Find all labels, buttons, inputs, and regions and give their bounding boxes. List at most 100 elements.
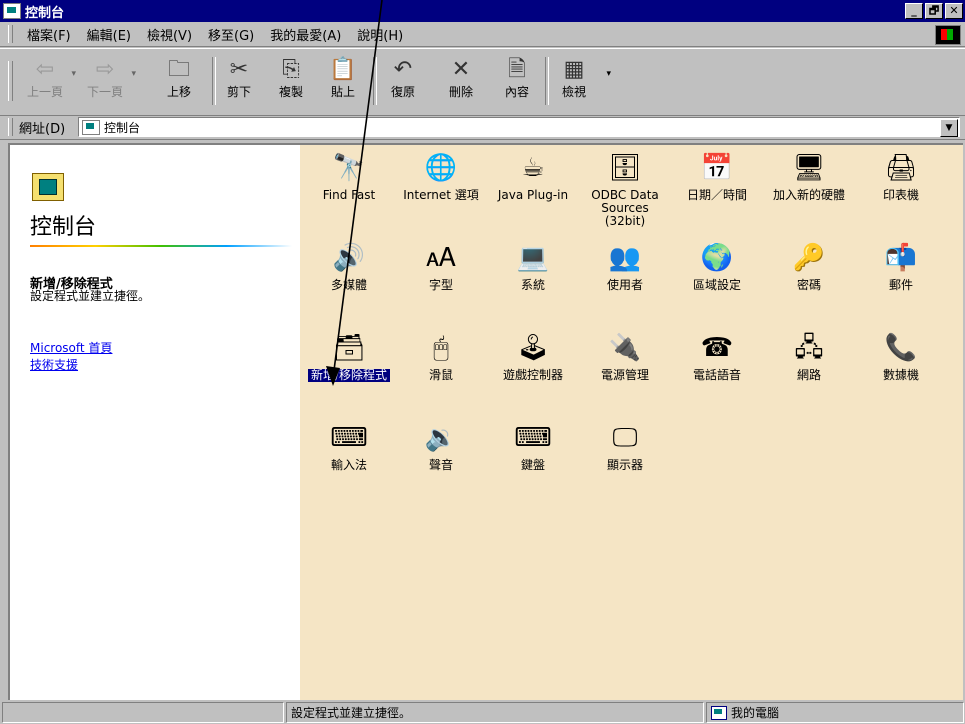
close-button[interactable]: ✕ <box>945 3 963 19</box>
undo-button[interactable]: ↶ 復原 <box>380 57 426 100</box>
views-dropdown-icon[interactable]: ▾ <box>606 69 611 79</box>
control-panel-item[interactable]: 🔌 電源管理 <box>584 331 666 382</box>
tech-support-link[interactable]: 技術支援 <box>30 356 78 373</box>
addressbar-grip[interactable] <box>8 118 13 136</box>
control-panel-item-label: 字型 <box>428 278 453 292</box>
control-panel-item-label: Internet 選項 <box>403 188 479 202</box>
display-icon: 🖵 <box>612 423 638 453</box>
control-panel-item[interactable]: 🖱 滑鼠 <box>400 331 482 382</box>
control-panel-item[interactable]: ⌨ 鍵盤 <box>492 421 574 472</box>
toolbar-grip[interactable] <box>8 61 13 101</box>
multimedia-icon: 🔊 <box>332 243 366 273</box>
control-panel-item-label: 郵件 <box>888 278 913 292</box>
cut-button[interactable]: ✂ 剪下 <box>216 57 262 100</box>
telephony-icon: ☎ <box>700 333 734 363</box>
copy-label: 複製 <box>278 85 303 99</box>
cut-label: 剪下 <box>226 85 251 99</box>
control-panel-item[interactable]: 🌐 Internet 選項 <box>400 151 482 202</box>
status-text: 設定程式並建立捷徑。 <box>286 702 704 723</box>
forward-arrow-icon: ⇨ <box>95 57 115 82</box>
control-panel-item[interactable]: 🖨 印表機 <box>860 151 942 202</box>
menu-edit[interactable]: 編輯(E) <box>79 25 139 44</box>
control-panel-item[interactable]: 🗃 新增/移除程式 <box>308 331 390 382</box>
delete-x-icon: ✕ <box>451 57 471 82</box>
control-panel-item-label: 電源管理 <box>600 368 649 382</box>
control-panel-item[interactable]: 🗚 字型 <box>400 241 482 292</box>
status-bar: 設定程式並建立捷徑。 我的電腦 <box>0 700 965 724</box>
views-button[interactable]: ▦ 檢視 ▾ <box>551 57 611 100</box>
control-panel-item[interactable]: 👥 使用者 <box>584 241 666 292</box>
my-computer-icon <box>711 705 727 720</box>
microsoft-home-link[interactable]: Microsoft 首頁 <box>30 339 112 356</box>
control-panel-item[interactable]: ☕ Java Plug-in <box>492 151 574 202</box>
control-panel-item-label: 新增/移除程式 <box>308 369 390 382</box>
control-panel-icon <box>82 119 100 135</box>
control-panel-item-label: 輸入法 <box>330 458 367 472</box>
copy-button[interactable]: ⎘ 複製 <box>268 57 314 100</box>
control-panel-item[interactable]: ⌨ 輸入法 <box>308 421 390 472</box>
control-panel-item[interactable]: 🔑 密碼 <box>768 241 850 292</box>
control-panel-item[interactable]: 📅 日期／時間 <box>676 151 758 202</box>
control-panel-item[interactable]: 🔊 多媒體 <box>308 241 390 292</box>
control-panel-item-label: Find Fast <box>322 188 376 202</box>
minimize-button[interactable]: _ <box>905 3 923 19</box>
printers-icon: 🖨 <box>884 153 918 183</box>
control-panel-item[interactable]: 🖥 加入新的硬體 <box>768 151 850 202</box>
network-icon: 🖧 <box>794 333 824 363</box>
copy-icon: ⎘ <box>282 57 300 82</box>
selected-item-description: 設定程式並建立捷徑。 <box>30 289 151 303</box>
menubar-grip[interactable] <box>8 25 13 43</box>
internet-options-icon: 🌐 <box>424 153 458 183</box>
control-panel-item-label: 鍵盤 <box>520 458 545 472</box>
paste-label: 貼上 <box>330 85 355 99</box>
up-button[interactable]: 🗀 上移 <box>156 57 202 100</box>
control-panel-item-label: ODBC Data Sources (32bit) <box>591 188 659 228</box>
back-label: 上一頁 <box>26 85 63 99</box>
menu-file[interactable]: 檔案(F) <box>19 25 79 44</box>
standard-toolbar: ⇦ 上一頁 ▾ ⇨ 下一頁 ▾ 🗀 上移 ✂ 剪下 ⎘ 複製 📋 貼上 ↶ 復原… <box>0 48 965 116</box>
paste-button[interactable]: 📋 貼上 <box>320 57 366 100</box>
control-panel-item[interactable]: 🔉 聲音 <box>400 421 482 472</box>
control-panel-item[interactable]: 🗄 ODBC Data Sources (32bit) <box>584 151 666 228</box>
control-panel-item-label: 使用者 <box>606 278 643 292</box>
control-panel-item[interactable]: 💻 系統 <box>492 241 574 292</box>
control-panel-icon <box>3 3 21 19</box>
odbc-icon: 🗄 <box>608 153 642 183</box>
back-button[interactable]: ⇦ 上一頁 ▾ <box>22 57 76 100</box>
back-dropdown-icon[interactable]: ▾ <box>71 69 76 79</box>
status-zone: 我的電腦 <box>706 702 964 723</box>
control-panel-item[interactable]: 🌍 區域設定 <box>676 241 758 292</box>
control-panel-item-label: 數據機 <box>882 368 919 382</box>
control-panel-item[interactable]: 🔭 Find Fast <box>308 151 390 202</box>
control-panel-item[interactable]: 🖧 網路 <box>768 331 850 382</box>
delete-button[interactable]: ✕ 刪除 <box>438 57 484 100</box>
control-panel-item-label: 聲音 <box>428 458 453 472</box>
control-panel-item[interactable]: 🕹 遊戲控制器 <box>492 331 574 382</box>
control-panel-item[interactable]: ☎ 電話語音 <box>676 331 758 382</box>
control-panel-item[interactable]: 📞 數據機 <box>860 331 942 382</box>
menu-go[interactable]: 移至(G) <box>200 25 262 44</box>
menu-favorites[interactable]: 我的最愛(A) <box>262 25 349 44</box>
java-plugin-icon: ☕ <box>521 153 545 183</box>
control-panel-item-label: 電話語音 <box>692 368 741 382</box>
up-label: 上移 <box>166 85 191 99</box>
address-bar: 網址(D) 控制台 ▼ <box>0 115 965 140</box>
control-panel-item-label: 區域設定 <box>692 278 741 292</box>
toolbar-separator <box>545 57 549 105</box>
properties-button[interactable]: 🗎 內容 <box>494 57 540 100</box>
address-dropdown-icon[interactable]: ▼ <box>940 119 958 137</box>
control-panel-icon <box>32 173 64 201</box>
forward-dropdown-icon[interactable]: ▾ <box>131 69 136 79</box>
menu-view[interactable]: 檢視(V) <box>139 25 200 44</box>
title-bar[interactable]: 控制台 _ 🗗 ✕ <box>0 0 965 22</box>
maximize-button[interactable]: 🗗 <box>925 3 943 19</box>
address-field[interactable]: 控制台 ▼ <box>78 117 960 137</box>
forward-button[interactable]: ⇨ 下一頁 ▾ <box>82 57 136 100</box>
control-panel-item-label: 系統 <box>520 278 545 292</box>
control-panel-item[interactable]: 📬 郵件 <box>860 241 942 292</box>
toolbar-separator <box>373 57 377 105</box>
date-time-icon: 📅 <box>700 153 734 183</box>
control-panel-window: 控制台 _ 🗗 ✕ 檔案(F) 編輯(E) 檢視(V) 移至(G) 我的最愛(A… <box>0 0 965 724</box>
control-panel-item[interactable]: 🖵 顯示器 <box>584 421 666 472</box>
menu-help[interactable]: 說明(H) <box>349 25 411 44</box>
